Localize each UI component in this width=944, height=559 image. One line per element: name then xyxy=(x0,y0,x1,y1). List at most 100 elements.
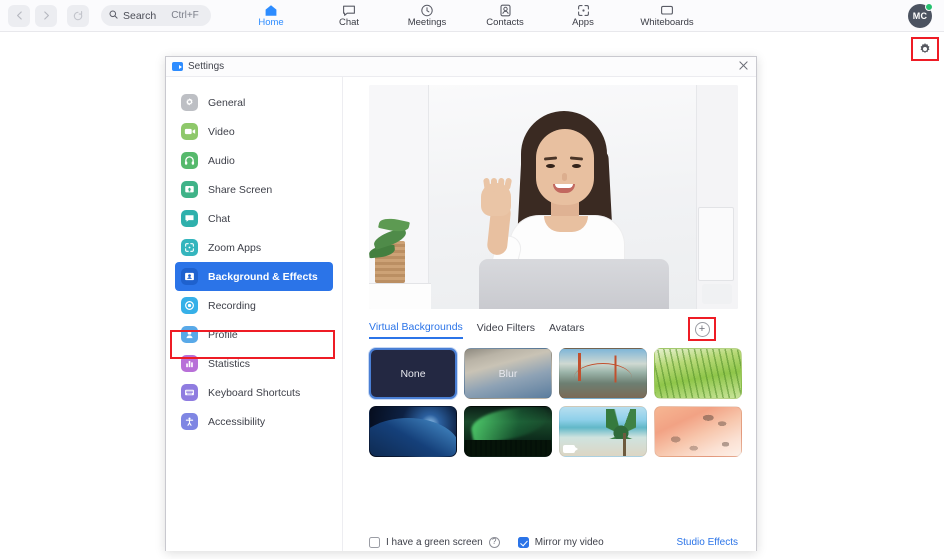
preview-person-teeth xyxy=(555,184,573,188)
green-screen-option[interactable]: I have a green screen ? xyxy=(369,536,500,548)
background-thumbnail-earth[interactable] xyxy=(369,406,457,457)
search-icon xyxy=(109,9,118,22)
history-button[interactable] xyxy=(67,4,89,27)
chat-bubble-icon xyxy=(342,4,356,17)
preview-person-face xyxy=(536,129,594,205)
settings-gear-annotation xyxy=(911,37,939,61)
nav-tab-meetings[interactable]: Meetings xyxy=(400,1,454,31)
gear-icon xyxy=(181,94,198,111)
nav-tab-apps[interactable]: Apps xyxy=(556,1,610,31)
zoom-desktop-window: Search Ctrl+F Home Chat Meetings Contact… xyxy=(0,0,944,559)
preview-side-table xyxy=(369,283,431,309)
chat-bubble-icon xyxy=(181,210,198,227)
accessibility-icon xyxy=(181,413,198,430)
clock-icon xyxy=(420,4,434,17)
sidebar-item-accessibility[interactable]: Accessibility xyxy=(175,407,333,436)
contacts-icon xyxy=(499,4,512,17)
mirror-video-label: Mirror my video xyxy=(534,536,604,548)
top-navigation-bar: Search Ctrl+F Home Chat Meetings Contact… xyxy=(0,0,944,32)
sidebar-item-general[interactable]: General xyxy=(175,88,333,117)
back-button[interactable] xyxy=(8,4,30,27)
background-thumbnail-coral[interactable] xyxy=(654,406,742,457)
background-thumbnail-none[interactable]: None xyxy=(369,348,457,399)
nav-tab-whiteboards-label: Whiteboards xyxy=(640,17,694,29)
search-input[interactable]: Search Ctrl+F xyxy=(101,5,211,26)
sidebar-item-chat[interactable]: Chat xyxy=(175,204,333,233)
sidebar-item-zoom-apps[interactable]: Zoom Apps xyxy=(175,233,333,262)
search-placeholder: Search xyxy=(123,9,157,22)
background-thumbnail-aurora[interactable] xyxy=(464,406,552,457)
share-screen-icon xyxy=(181,181,198,198)
sidebar-item-recording-label: Recording xyxy=(208,299,256,312)
sidebar-item-video-label: Video xyxy=(208,125,235,138)
nav-tab-home[interactable]: Home xyxy=(244,1,298,31)
nav-tab-whiteboards[interactable]: Whiteboards xyxy=(634,1,700,31)
background-thumbnail-golden-gate[interactable] xyxy=(559,348,647,399)
dialog-title-bar: Settings xyxy=(166,57,756,77)
sidebar-item-statistics[interactable]: Statistics xyxy=(175,349,333,378)
bar-chart-icon xyxy=(181,355,198,372)
sidebar-item-zoom-apps-label: Zoom Apps xyxy=(208,241,262,254)
sidebar-item-keyboard-shortcuts[interactable]: Keyboard Shortcuts xyxy=(175,378,333,407)
background-options-bar: I have a green screen ? Mirror my video … xyxy=(369,532,738,552)
background-thumbnail-none-label: None xyxy=(400,367,426,380)
question-mark-icon[interactable]: ? xyxy=(488,536,500,548)
presence-indicator xyxy=(925,3,933,11)
gear-icon xyxy=(918,42,932,56)
preview-person-eye xyxy=(572,164,581,168)
preview-wall-divider-right xyxy=(696,85,697,309)
preview-wall-divider xyxy=(428,85,429,309)
video-preview[interactable] xyxy=(369,85,738,309)
record-icon xyxy=(181,297,198,314)
nav-tab-meetings-label: Meetings xyxy=(407,17,447,29)
preview-person-nose xyxy=(562,173,567,181)
nav-tab-contacts-label: Contacts xyxy=(486,17,524,29)
tab-virtual-backgrounds[interactable]: Virtual Backgrounds xyxy=(369,321,463,339)
video-badge-icon xyxy=(468,445,483,453)
background-tabs: Virtual Backgrounds Video Filters Avatar… xyxy=(369,319,738,341)
nav-tab-chat[interactable]: Chat xyxy=(322,1,376,31)
add-background-button[interactable]: + xyxy=(694,321,710,337)
studio-effects-link[interactable]: Studio Effects xyxy=(676,537,738,548)
person-icon xyxy=(181,326,198,343)
headphones-icon xyxy=(181,152,198,169)
nav-tab-home-label: Home xyxy=(258,17,284,29)
sidebar-item-accessibility-label: Accessibility xyxy=(208,415,266,428)
background-thumbnail-blur[interactable]: Blur xyxy=(464,348,552,399)
sidebar-item-share-screen-label: Share Screen xyxy=(208,183,273,196)
preview-laptop xyxy=(479,259,669,309)
sidebar-item-recording[interactable]: Recording xyxy=(175,291,333,320)
mirror-video-checkbox[interactable] xyxy=(517,536,529,548)
video-badge-icon xyxy=(563,445,578,453)
virtual-background-grid: None Blur xyxy=(369,348,743,457)
nav-tab-apps-label: Apps xyxy=(572,17,594,29)
chevron-right-icon xyxy=(43,11,50,20)
chevron-left-icon xyxy=(16,11,23,20)
tab-video-filters[interactable]: Video Filters xyxy=(477,322,535,338)
mirror-video-option[interactable]: Mirror my video xyxy=(517,536,604,548)
settings-gear-button[interactable] xyxy=(918,42,932,56)
tab-avatars[interactable]: Avatars xyxy=(549,322,584,338)
green-screen-checkbox[interactable] xyxy=(369,536,380,548)
preview-person-finger xyxy=(491,178,497,192)
zoom-apps-icon xyxy=(181,239,198,256)
background-thumbnail-beach[interactable] xyxy=(559,406,647,457)
zoom-logo-icon xyxy=(172,62,183,71)
sidebar-item-background-effects[interactable]: Background & Effects xyxy=(175,262,333,291)
forward-button[interactable] xyxy=(35,4,57,27)
sidebar-item-video[interactable]: Video xyxy=(175,117,333,146)
sidebar-item-keyboard-shortcuts-label: Keyboard Shortcuts xyxy=(208,386,301,399)
nav-tab-chat-label: Chat xyxy=(338,17,360,29)
sidebar-item-profile[interactable]: Profile xyxy=(175,320,333,349)
dialog-body: General Video Audio Share Screen Chat Zo… xyxy=(166,77,756,551)
sidebar-item-statistics-label: Statistics xyxy=(208,357,251,370)
nav-tab-contacts[interactable]: Contacts xyxy=(478,1,532,31)
background-thumbnail-grass[interactable] xyxy=(654,348,742,399)
close-button[interactable] xyxy=(735,59,751,75)
sidebar-item-audio[interactable]: Audio xyxy=(175,146,333,175)
history-icon xyxy=(73,10,83,21)
avatar[interactable]: MC xyxy=(908,3,933,28)
sidebar-item-share-screen[interactable]: Share Screen xyxy=(175,175,333,204)
sidebar-item-general-label: General xyxy=(208,96,246,109)
navigation-arrows xyxy=(8,4,89,27)
